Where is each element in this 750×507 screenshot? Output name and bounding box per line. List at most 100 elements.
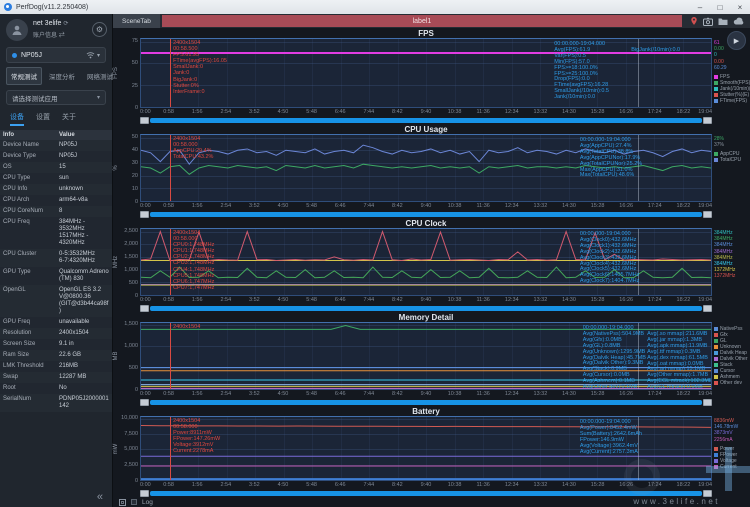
table-row[interactable]: LMK Threshold216MB [0, 361, 112, 372]
scrollbar-track[interactable] [150, 491, 702, 496]
legend-swatch [714, 345, 718, 349]
table-row[interactable]: OS15 [0, 162, 112, 173]
x-tick-label: 13:32 [534, 203, 548, 209]
folder-icon[interactable] [718, 17, 728, 26]
tab-regular-test[interactable]: 常规测试 [6, 67, 42, 85]
scrollbar-grip-left[interactable] [140, 490, 149, 497]
cloud-icon[interactable] [733, 17, 744, 25]
table-row[interactable]: CPU Freq384MHz - 3532MHz 1517MHz - 4320M… [0, 217, 112, 249]
play-button[interactable]: ▶ [727, 31, 746, 50]
tab-deep-analysis[interactable]: 深度分析 [44, 67, 80, 85]
expand-icon[interactable] [119, 499, 126, 506]
scrollbar-grip-right[interactable] [703, 211, 712, 218]
sidebar-collapse-button[interactable]: « [97, 492, 103, 502]
table-row[interactable]: GPU TypeQualcomm Adreno (TM) 830 [0, 267, 112, 285]
x-tick-label: 7:44 [363, 297, 374, 303]
x-tick-label: 10:38 [448, 109, 462, 115]
table-row[interactable]: CPU Typesun [0, 173, 112, 184]
device-selector[interactable]: NP05J ▾ [6, 47, 106, 63]
x-tick-label: 11:36 [477, 297, 490, 303]
tab-device[interactable]: 设备 [10, 112, 24, 126]
y-tick-label: 2,500 [124, 462, 138, 468]
annotation-line: CPU4:1,748MHz [173, 267, 214, 273]
x-tick-label: 0:58 [163, 482, 174, 488]
table-row[interactable]: CPU CoreNum8 [0, 206, 112, 217]
x-tick-label: 0:58 [163, 391, 174, 397]
settings-gear-button[interactable]: ⚙ [92, 22, 107, 37]
device-status-dot [12, 53, 17, 58]
x-tick-label: 14:30 [562, 203, 576, 209]
legend-item[interactable]: TotalCPU [714, 157, 749, 163]
refresh-icon[interactable]: ⟳ [63, 21, 68, 27]
plot-area-cpu[interactable]: 2400x150400:58.000AppCPU:29.4%TotalCPU:4… [140, 134, 712, 202]
legend-label: TotalCPU [720, 157, 741, 163]
scrollbar-grip-right[interactable] [703, 399, 712, 406]
gutter-spacer [113, 124, 140, 134]
plot-area-fps[interactable]: 2400x150400:58.500FPS:61.95FTime(avgFPS)… [140, 38, 712, 108]
x-tick-label: 13:32 [534, 482, 548, 488]
perfdog-window: PerfDog(v11.2.250408) – □ × net 3elife ⟳ [0, 0, 750, 507]
app-select-dropdown[interactable]: 请选择测试应用 ▾ [6, 90, 106, 105]
close-button[interactable]: × [730, 0, 750, 14]
table-row[interactable]: Screen Size9.1 in [0, 339, 112, 350]
scrollbar-track[interactable] [150, 118, 702, 123]
avatar[interactable] [6, 19, 28, 41]
scrollbar-grip-right[interactable] [703, 117, 712, 124]
account-info-row[interactable]: 账户信息 ⇄ [33, 30, 68, 39]
switch-account-icon[interactable]: ⇄ [59, 33, 65, 39]
x-tick-label: 0:00 [140, 391, 151, 397]
scrollbar-grip-left[interactable] [140, 117, 149, 124]
tab-about[interactable]: 关于 [62, 112, 76, 126]
legend-swatch [714, 459, 718, 463]
x-tick-label: 14:30 [562, 297, 576, 303]
x-axis: 0:000:581:562:543:524:505:486:467:448:42… [140, 390, 712, 398]
legend-item[interactable]: Other dev [714, 380, 749, 386]
scrollbar-grip-right[interactable] [703, 305, 712, 312]
legend-item[interactable]: FTime(FPS) [714, 98, 749, 104]
plot-area-clock[interactable]: 2400x150400:58.000CPU0:1,748MHzCPU1:1,74… [140, 228, 712, 296]
table-row[interactable]: Device NameNP05J [0, 140, 112, 151]
scrollbar-track[interactable] [150, 400, 702, 405]
scrollbar-track[interactable] [150, 306, 702, 311]
tab-settings[interactable]: 设置 [36, 112, 50, 126]
screenshot-icon[interactable] [703, 17, 713, 26]
scrollbar-track[interactable] [150, 212, 702, 217]
cursor-line [170, 229, 171, 295]
table-row[interactable]: CPU Infounknown [0, 184, 112, 195]
table-row[interactable]: GPU Frequnavailable [0, 317, 112, 328]
scene-tab[interactable]: SceneTab [113, 14, 160, 28]
annotation-line: TotalCPU:43.2% [173, 154, 213, 160]
y-tick-label: 0 [135, 387, 138, 393]
scrollbar-grip-right[interactable] [703, 490, 712, 497]
scene-label-bar[interactable]: label1 [162, 15, 682, 27]
plot-area-memory[interactable]: 2400x150400:00.000-19:04.000Avg(NativePs… [140, 322, 712, 390]
user-name-row: net 3elife ⟳ [33, 20, 68, 27]
x-tick-label: 9:40 [421, 109, 432, 115]
x-tick-label: 4:50 [278, 109, 289, 115]
y-axis-cpu: %50403020100 [113, 124, 140, 218]
cell-value: 22.6 GB [56, 350, 112, 361]
x-tick-label: 2:54 [220, 482, 231, 488]
table-row[interactable]: Device TypeNP05J [0, 151, 112, 162]
cursor-line [170, 39, 171, 107]
table-row[interactable]: SerialNumPDNP05J2000001142 [0, 394, 112, 412]
table-row[interactable]: Ram Size22.6 GB [0, 350, 112, 361]
minimize-button[interactable]: – [690, 0, 710, 14]
log-checkbox[interactable] [131, 499, 137, 505]
table-row[interactable]: CPU Cluster0-5:3532MHz 6-7:4320MHz [0, 249, 112, 267]
scrollbar-grip-left[interactable] [140, 305, 149, 312]
column-header-info: Info [0, 130, 56, 140]
current-value: 1372MHz [714, 273, 749, 279]
legend-swatch [714, 87, 718, 91]
table-row[interactable]: Swap12287 MB [0, 372, 112, 383]
table-row[interactable]: Resolution2400x1504 [0, 328, 112, 339]
table-row[interactable]: RootNo [0, 383, 112, 394]
x-tick-label: 18:22 [677, 297, 691, 303]
scrollbar-grip-left[interactable] [140, 211, 149, 218]
scrollbar-grip-left[interactable] [140, 399, 149, 406]
legend-swatch [714, 75, 718, 79]
table-row[interactable]: CPU Archarm64-v8a [0, 195, 112, 206]
pin-icon[interactable] [690, 16, 698, 26]
table-row[interactable]: OpenGLOpenGL ES 3.2 V@0800.36 (GIT@d3b44… [0, 285, 112, 317]
maximize-button[interactable]: □ [710, 0, 730, 14]
